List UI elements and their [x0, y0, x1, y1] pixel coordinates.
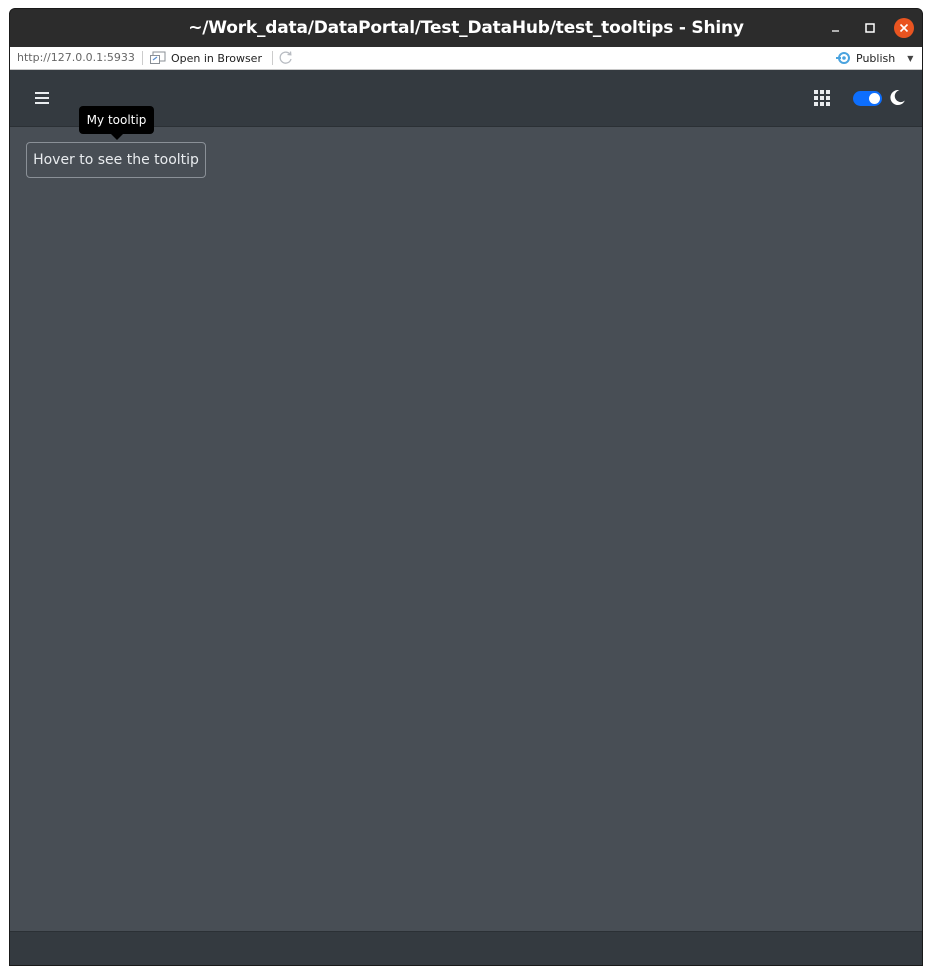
refresh-icon [279, 51, 292, 64]
rstudio-viewer-window: ~/Work_data/DataPortal/Test_DataHub/test… [9, 8, 923, 966]
apps-menu-button[interactable] [814, 90, 830, 106]
publish-button[interactable]: Publish ▼ [836, 49, 913, 67]
hamburger-menu-icon [35, 92, 49, 104]
maximize-button[interactable] [860, 18, 880, 38]
chevron-down-icon[interactable]: ▼ [907, 54, 913, 63]
theme-indicator [889, 89, 906, 106]
close-button[interactable] [894, 18, 914, 38]
viewer-toolbar: http://127.0.0.1:5933 Open in Browser Pu… [10, 47, 922, 70]
tooltip: My tooltip [79, 106, 154, 134]
open-in-browser-label: Open in Browser [171, 51, 262, 65]
toolbar-divider [142, 51, 143, 65]
maximize-icon [865, 23, 875, 33]
url-display[interactable]: http://127.0.0.1:5933 [17, 51, 135, 64]
hover-tooltip-button[interactable]: Hover to see the tooltip [26, 142, 206, 178]
shiny-app: My tooltip Hover to see the tooltip [10, 70, 922, 965]
moon-icon [890, 90, 905, 106]
tooltip-arrow [111, 134, 123, 140]
window-title: ~/Work_data/DataPortal/Test_DataHub/test… [188, 18, 744, 38]
minimize-icon [832, 30, 839, 32]
open-in-browser-button[interactable]: Open in Browser [150, 49, 262, 67]
minimize-button[interactable] [826, 18, 846, 38]
toolbar-divider [272, 51, 273, 65]
app-footer [10, 931, 922, 965]
sidebar-toggle-button[interactable] [35, 90, 50, 104]
toggle-knob [869, 93, 880, 104]
refresh-button[interactable] [278, 50, 294, 66]
open-in-browser-icon [150, 51, 166, 64]
publish-icon [836, 52, 850, 64]
dark-mode-toggle[interactable] [853, 91, 882, 106]
publish-label: Publish [856, 51, 896, 65]
grid-apps-icon [814, 90, 830, 106]
close-icon [899, 23, 909, 33]
window-titlebar[interactable]: ~/Work_data/DataPortal/Test_DataHub/test… [10, 9, 922, 47]
